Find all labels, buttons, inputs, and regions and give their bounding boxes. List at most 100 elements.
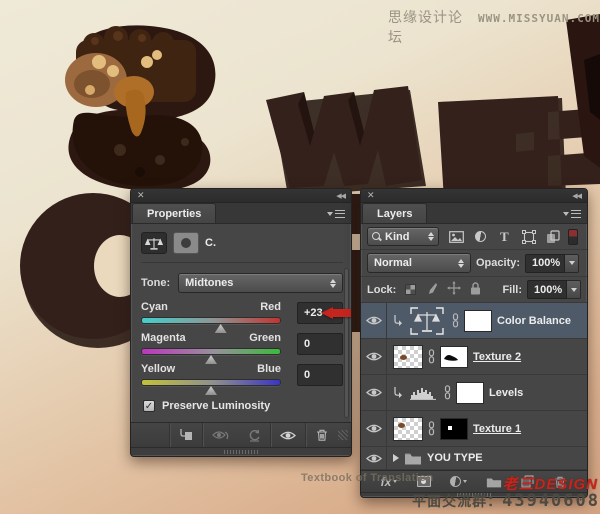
preserve-luminosity-checkbox[interactable]: ✓ <box>143 400 155 412</box>
filtering-toggle[interactable] <box>567 228 578 245</box>
layer-thumbnail[interactable] <box>393 344 423 369</box>
green-label: Green <box>249 332 281 344</box>
tone-value: Midtones <box>185 277 234 289</box>
updown-arrows-icon <box>428 232 434 241</box>
clip-to-layer-icon[interactable] <box>170 423 202 447</box>
visibility-toggle[interactable] <box>361 375 387 410</box>
slider-thumb[interactable] <box>205 386 217 395</box>
slider-thumb[interactable] <box>205 355 217 364</box>
blend-mode-row: Normal Opacity: 100% <box>361 250 587 277</box>
levels-thumbnail[interactable] <box>407 386 439 400</box>
tone-select[interactable]: Midtones <box>178 273 343 293</box>
fill-dropdown-icon[interactable] <box>567 280 581 299</box>
tone-row: Tone: Midtones <box>141 273 343 293</box>
filter-shape-layers-icon[interactable] <box>520 229 538 245</box>
lock-all-icon[interactable] <box>470 281 481 298</box>
properties-footer <box>131 422 351 447</box>
slider-thumb[interactable] <box>214 324 227 333</box>
layer-mask-thumbnail[interactable] <box>456 381 484 404</box>
resize-grip-icon[interactable] <box>338 430 348 440</box>
reset-icon[interactable] <box>239 423 270 447</box>
clipping-mask-icon <box>394 315 402 326</box>
qq-group-number: 43940608 <box>502 491 600 511</box>
red-label: Red <box>260 301 281 313</box>
fill-value[interactable]: 100% <box>527 280 567 299</box>
letter-s-chocolate <box>65 25 216 191</box>
search-icon <box>372 232 381 241</box>
filter-smart-objects-icon[interactable] <box>544 229 562 245</box>
layer-row-texture-2[interactable]: Texture 2 <box>361 339 587 375</box>
layer-list: Color Balance Texture 2 Levels Texture 1… <box>361 303 587 470</box>
site-watermark: 思缘设计论坛 WWW.MISSYUAN.COM <box>388 7 600 47</box>
magenta-green-value[interactable]: 0 <box>297 332 343 355</box>
layer-name: Texture 1 <box>473 422 522 435</box>
blend-mode-select[interactable]: Normal <box>367 253 471 273</box>
layer-mask-thumbnail[interactable] <box>464 309 492 332</box>
annotation-arrow-icon <box>321 306 351 320</box>
panel-menu-icon[interactable] <box>563 208 581 219</box>
mask-link-icon[interactable] <box>444 385 451 400</box>
close-icon[interactable]: ✕ <box>367 191 375 200</box>
scrollbar[interactable] <box>344 268 349 418</box>
filter-adjustment-layers-icon[interactable] <box>471 229 489 245</box>
filter-kind-select[interactable]: Kind <box>367 227 439 246</box>
cyan-label: Cyan <box>141 301 168 313</box>
yellow-blue-value[interactable]: 0 <box>297 363 343 386</box>
yellow-blue-slider-block: Yellow Blue 0 <box>141 363 343 395</box>
qq-group-watermark: 平面交流群： 43940608 <box>412 491 600 511</box>
tab-layers[interactable]: Layers <box>362 203 428 223</box>
visibility-toggle[interactable] <box>361 411 387 446</box>
layer-mask-thumbnail[interactable] <box>440 417 468 440</box>
layer-row-levels[interactable]: Levels <box>361 375 587 411</box>
visibility-icon[interactable] <box>271 423 305 447</box>
mask-link-icon[interactable] <box>428 349 435 364</box>
lock-transparency-icon[interactable] <box>405 284 417 295</box>
layers-tab-strip: Layers <box>361 203 587 224</box>
layer-row-color-balance[interactable]: Color Balance <box>361 303 587 339</box>
magenta-label: Magenta <box>141 332 186 344</box>
yellow-blue-slider[interactable] <box>141 379 281 395</box>
opacity-dropdown-icon[interactable] <box>565 253 580 273</box>
new-adjustment-layer-icon[interactable] <box>446 471 471 492</box>
collapse-panel-icon[interactable]: ◀◀ <box>336 192 346 200</box>
updown-arrows-icon <box>330 278 336 288</box>
panel-menu-icon[interactable] <box>327 208 345 219</box>
mask-link-icon[interactable] <box>452 313 459 328</box>
mask-link-icon[interactable] <box>428 421 435 436</box>
lock-row: Lock: Fill: 100% <box>361 277 587 303</box>
letter-w <box>266 86 422 188</box>
filter-type-layers-icon[interactable]: T <box>495 229 513 245</box>
qq-group-label: 平面交流群： <box>412 493 503 509</box>
visibility-toggle[interactable] <box>361 447 387 469</box>
blue-label: Blue <box>257 363 281 375</box>
collapse-panel-icon[interactable]: ◀◀ <box>572 192 582 200</box>
preserve-luminosity-row: ✓ Preserve Luminosity <box>143 400 343 412</box>
cyan-red-slider[interactable] <box>141 317 281 333</box>
mask-target-icon[interactable] <box>173 232 199 254</box>
expand-group-icon[interactable] <box>393 454 399 462</box>
layer-mask-thumbnail[interactable] <box>440 345 468 368</box>
layer-name: Levels <box>489 386 524 399</box>
view-previous-state-icon[interactable] <box>203 423 239 447</box>
visibility-toggle[interactable] <box>361 339 387 374</box>
close-icon[interactable]: ✕ <box>137 191 145 200</box>
opacity-value[interactable]: 100% <box>525 253 566 273</box>
delete-adjustment-icon[interactable] <box>306 423 338 447</box>
lock-pixels-icon[interactable] <box>425 282 438 298</box>
filter-pixel-layers-icon[interactable] <box>447 229 465 245</box>
layer-row-texture-1[interactable]: Texture 1 <box>361 411 587 447</box>
layer-thumbnail[interactable] <box>393 416 423 441</box>
layer-row-you-type-group[interactable]: YOU TYPE <box>361 447 587 470</box>
color-balance-thumbnail[interactable] <box>407 306 447 336</box>
magenta-green-slider[interactable] <box>141 348 281 364</box>
panel-resize-handle[interactable] <box>131 447 351 455</box>
color-balance-icon[interactable] <box>141 232 167 254</box>
properties-panel: ✕ ◀◀ Properties C. Tone: Midtones Cyan R… <box>130 188 352 457</box>
site-url: WWW.MISSYUAN.COM <box>478 12 600 25</box>
lock-position-icon[interactable] <box>447 281 462 298</box>
tab-properties[interactable]: Properties <box>132 203 217 223</box>
opacity-field[interactable]: 100% <box>525 253 580 273</box>
lock-label: Lock: <box>367 283 397 296</box>
fill-field[interactable]: 100% <box>527 280 581 299</box>
visibility-toggle[interactable] <box>361 303 387 338</box>
